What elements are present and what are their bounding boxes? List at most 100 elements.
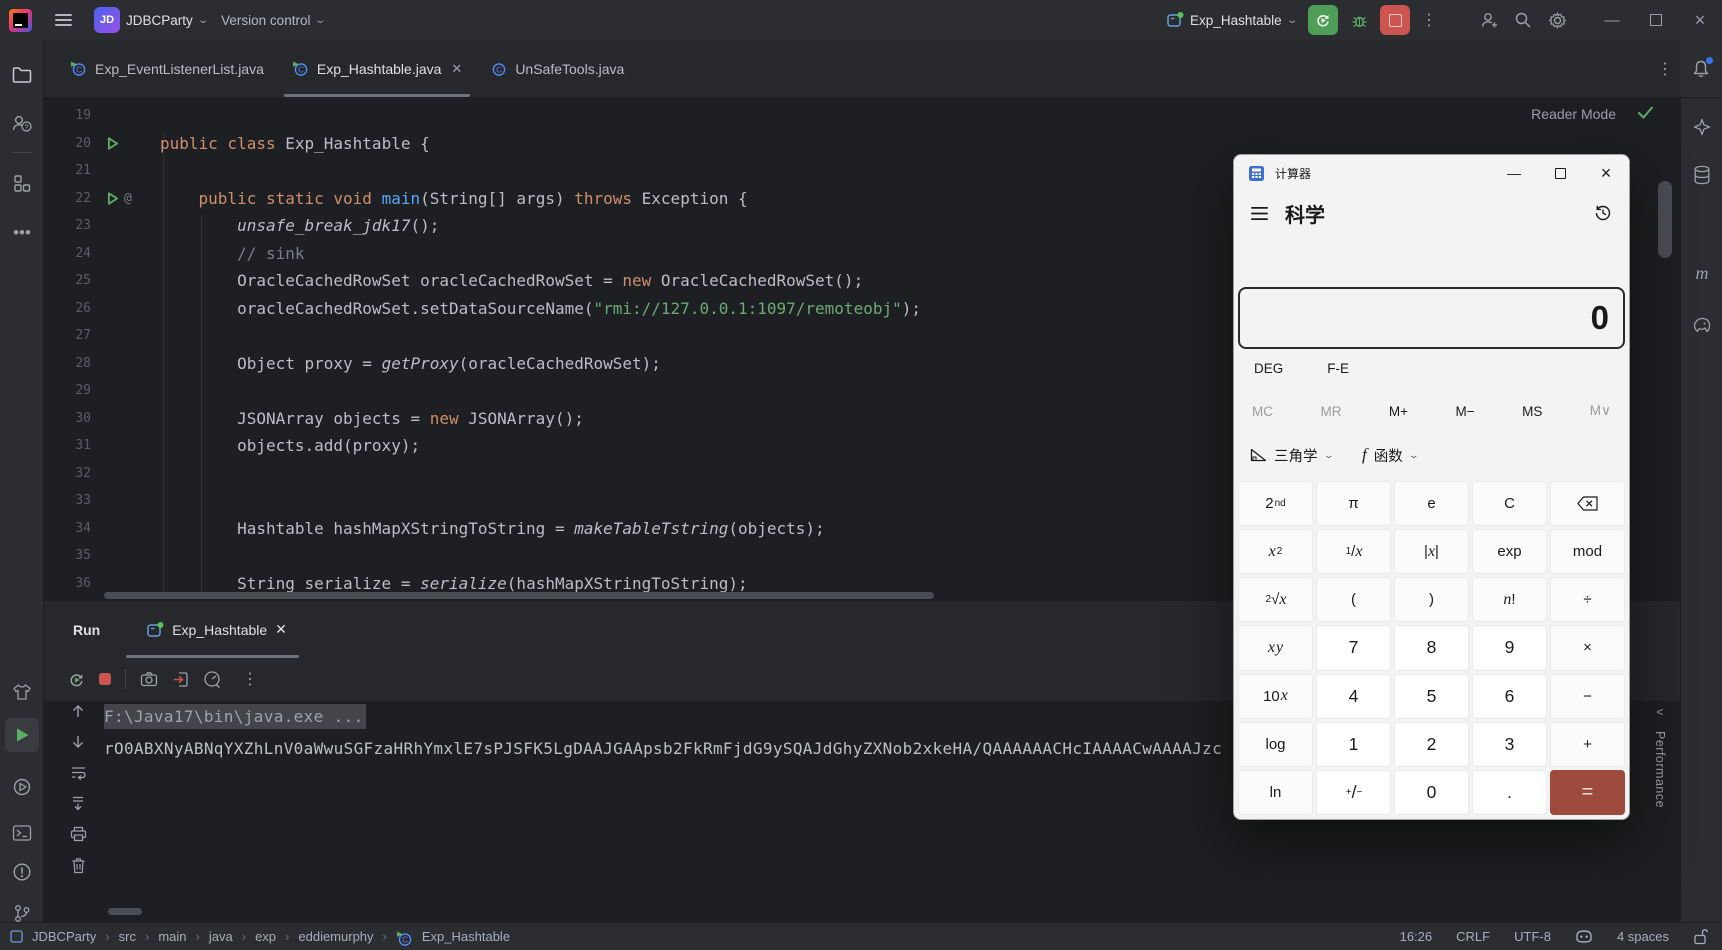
calculator-display[interactable]: 0	[1238, 287, 1625, 349]
breadcrumb-item[interactable]: Exp_Hashtable	[422, 929, 510, 944]
breadcrumb-item[interactable]: exp	[255, 929, 276, 944]
reader-mode-label[interactable]: Reader Mode	[1531, 106, 1616, 122]
line-separator[interactable]: CRLF	[1456, 929, 1490, 944]
rerun-button[interactable]	[68, 671, 85, 688]
down-stacktrace-icon[interactable]	[70, 734, 86, 750]
calc-key-0[interactable]: 0	[1394, 769, 1469, 815]
tab-options-menu[interactable]: ⋮	[1650, 59, 1680, 79]
scroll-to-end-icon[interactable]	[70, 795, 86, 811]
run-button[interactable]	[1308, 5, 1338, 35]
pull-requests-tool-window-button[interactable]: ?	[0, 106, 44, 140]
project-tool-window-button[interactable]	[0, 58, 44, 92]
soft-wrap-icon[interactable]	[70, 765, 87, 780]
project-widget[interactable]: JD JDBCParty ⌄	[94, 7, 209, 33]
angle-unit-toggle[interactable]: DEG	[1254, 361, 1283, 376]
search-everywhere-button[interactable]	[1506, 6, 1540, 34]
breadcrumb-item[interactable]: JDBCParty	[32, 929, 96, 944]
run-console-tab[interactable]: Exp_Hashtable ✕	[126, 601, 299, 658]
performance-tool-window-button[interactable]: < Performance	[1645, 705, 1675, 845]
calc-key-4[interactable]: 4	[1316, 673, 1391, 719]
calc-key-reciprocal[interactable]: 1/x	[1316, 529, 1391, 575]
services-tool-window-button[interactable]	[0, 770, 44, 804]
calc-key-decimal[interactable]: .	[1472, 769, 1547, 815]
calc-key-7[interactable]: 7	[1316, 625, 1391, 671]
calc-close-button[interactable]: ×	[1583, 155, 1629, 191]
calc-key-2[interactable]: 2	[1394, 721, 1469, 767]
calc-key-mod[interactable]: mod	[1550, 529, 1625, 575]
calc-maximize-button[interactable]	[1537, 155, 1583, 191]
code-with-me-button[interactable]	[1472, 6, 1506, 34]
run-tool-window-button[interactable]	[5, 718, 39, 752]
breadcrumb-item[interactable]: java	[209, 929, 233, 944]
calc-key-subtract[interactable]: −	[1550, 673, 1625, 719]
exit-process-button[interactable]	[172, 671, 189, 688]
run-line-icon[interactable]	[107, 137, 119, 150]
function-dropdown[interactable]: f 函数 ⌄	[1362, 445, 1419, 466]
console-more-menu[interactable]: ⋮	[235, 669, 265, 689]
breadcrumb-item[interactable]: main	[158, 929, 186, 944]
gradle-tool-window-button[interactable]	[1681, 308, 1722, 342]
history-icon[interactable]	[1593, 203, 1613, 223]
memory-button-m−[interactable]: M−	[1456, 404, 1475, 419]
run-line-icon[interactable]	[107, 192, 119, 205]
calc-key-3[interactable]: 3	[1472, 721, 1547, 767]
profiler-button[interactable]	[203, 670, 221, 688]
editor-vertical-scrollbar[interactable]	[1658, 181, 1672, 258]
print-icon[interactable]	[70, 826, 87, 842]
calc-key-9[interactable]: 9	[1472, 625, 1547, 671]
thread-dump-button[interactable]	[140, 671, 158, 687]
structure-tool-window-button[interactable]	[0, 166, 44, 200]
stop-process-button[interactable]	[99, 673, 111, 685]
window-maximize-button[interactable]	[1634, 0, 1678, 40]
tool-window-layout-icon[interactable]	[10, 930, 23, 943]
clear-console-icon[interactable]	[71, 857, 86, 874]
trigonometry-dropdown[interactable]: 三角学 ⌄	[1250, 445, 1334, 466]
editor-tab-unsafetools-java[interactable]: C UnSafeTools.java	[476, 40, 638, 97]
calc-minimize-button[interactable]: —	[1491, 155, 1537, 191]
memory-button-ms[interactable]: MS	[1522, 404, 1542, 419]
dependencies-tool-window-button[interactable]	[0, 675, 44, 709]
file-encoding[interactable]: UTF-8	[1514, 929, 1551, 944]
memory-button-m+[interactable]: M+	[1389, 404, 1408, 419]
calc-key-ten-power[interactable]: 10 x	[1238, 673, 1313, 719]
fe-toggle[interactable]: F-E	[1327, 361, 1349, 376]
calc-key-negate[interactable]: + / −	[1316, 769, 1391, 815]
calc-key-divide[interactable]: ÷	[1550, 577, 1625, 623]
calc-key-exp[interactable]: exp	[1472, 529, 1547, 575]
calc-key-multiply[interactable]: ×	[1550, 625, 1625, 671]
calc-key-second-function[interactable]: 2nd	[1238, 481, 1313, 527]
calc-key-square[interactable]: x2	[1238, 529, 1313, 575]
editor-tab-exp_hashtable-java[interactable]: C Exp_Hashtable.java ✕	[278, 40, 476, 97]
copilot-icon[interactable]	[1575, 928, 1593, 945]
window-close-button[interactable]: ×	[1678, 0, 1722, 40]
calc-key-1[interactable]: 1	[1316, 721, 1391, 767]
calculator-title-bar[interactable]: 计算器 — ×	[1234, 155, 1629, 191]
window-minimize-button[interactable]: —	[1590, 0, 1634, 40]
caret-position[interactable]: 16:26	[1400, 929, 1433, 944]
more-actions-menu[interactable]: ⋮	[1414, 6, 1444, 34]
close-icon[interactable]: ✕	[451, 61, 462, 77]
calc-key-power[interactable]: xy	[1238, 625, 1313, 671]
close-icon[interactable]: ✕	[275, 621, 287, 638]
calc-key-backspace[interactable]	[1550, 481, 1625, 527]
breadcrumb-item[interactable]: eddiemurphy	[298, 929, 373, 944]
calc-key-5[interactable]: 5	[1394, 673, 1469, 719]
calc-key-key[interactable]: (	[1316, 577, 1391, 623]
calc-key-pi[interactable]: π	[1316, 481, 1391, 527]
ai-assistant-button[interactable]	[1681, 110, 1722, 144]
editor-tab-exp_eventlistenerlist-java[interactable]: C Exp_EventListenerList.java	[56, 40, 278, 97]
debug-button[interactable]	[1342, 6, 1376, 34]
calc-key-key[interactable]: )	[1394, 577, 1469, 623]
notifications-section[interactable]	[1680, 40, 1722, 98]
problems-tool-window-button[interactable]	[0, 855, 44, 889]
calc-key-8[interactable]: 8	[1394, 625, 1469, 671]
calc-key-log[interactable]: log	[1238, 721, 1313, 767]
maven-tool-window-button[interactable]: m	[1681, 256, 1722, 290]
calc-key-ln[interactable]: ln	[1238, 769, 1313, 815]
inspections-ok-widget[interactable]	[1637, 105, 1654, 120]
terminal-tool-window-button[interactable]	[0, 816, 44, 850]
more-tool-windows-button[interactable]: •••	[0, 216, 44, 250]
calc-key-6[interactable]: 6	[1472, 673, 1547, 719]
calc-key-abs[interactable]: | x |	[1394, 529, 1469, 575]
editor-horizontal-scrollbar[interactable]	[104, 592, 934, 599]
